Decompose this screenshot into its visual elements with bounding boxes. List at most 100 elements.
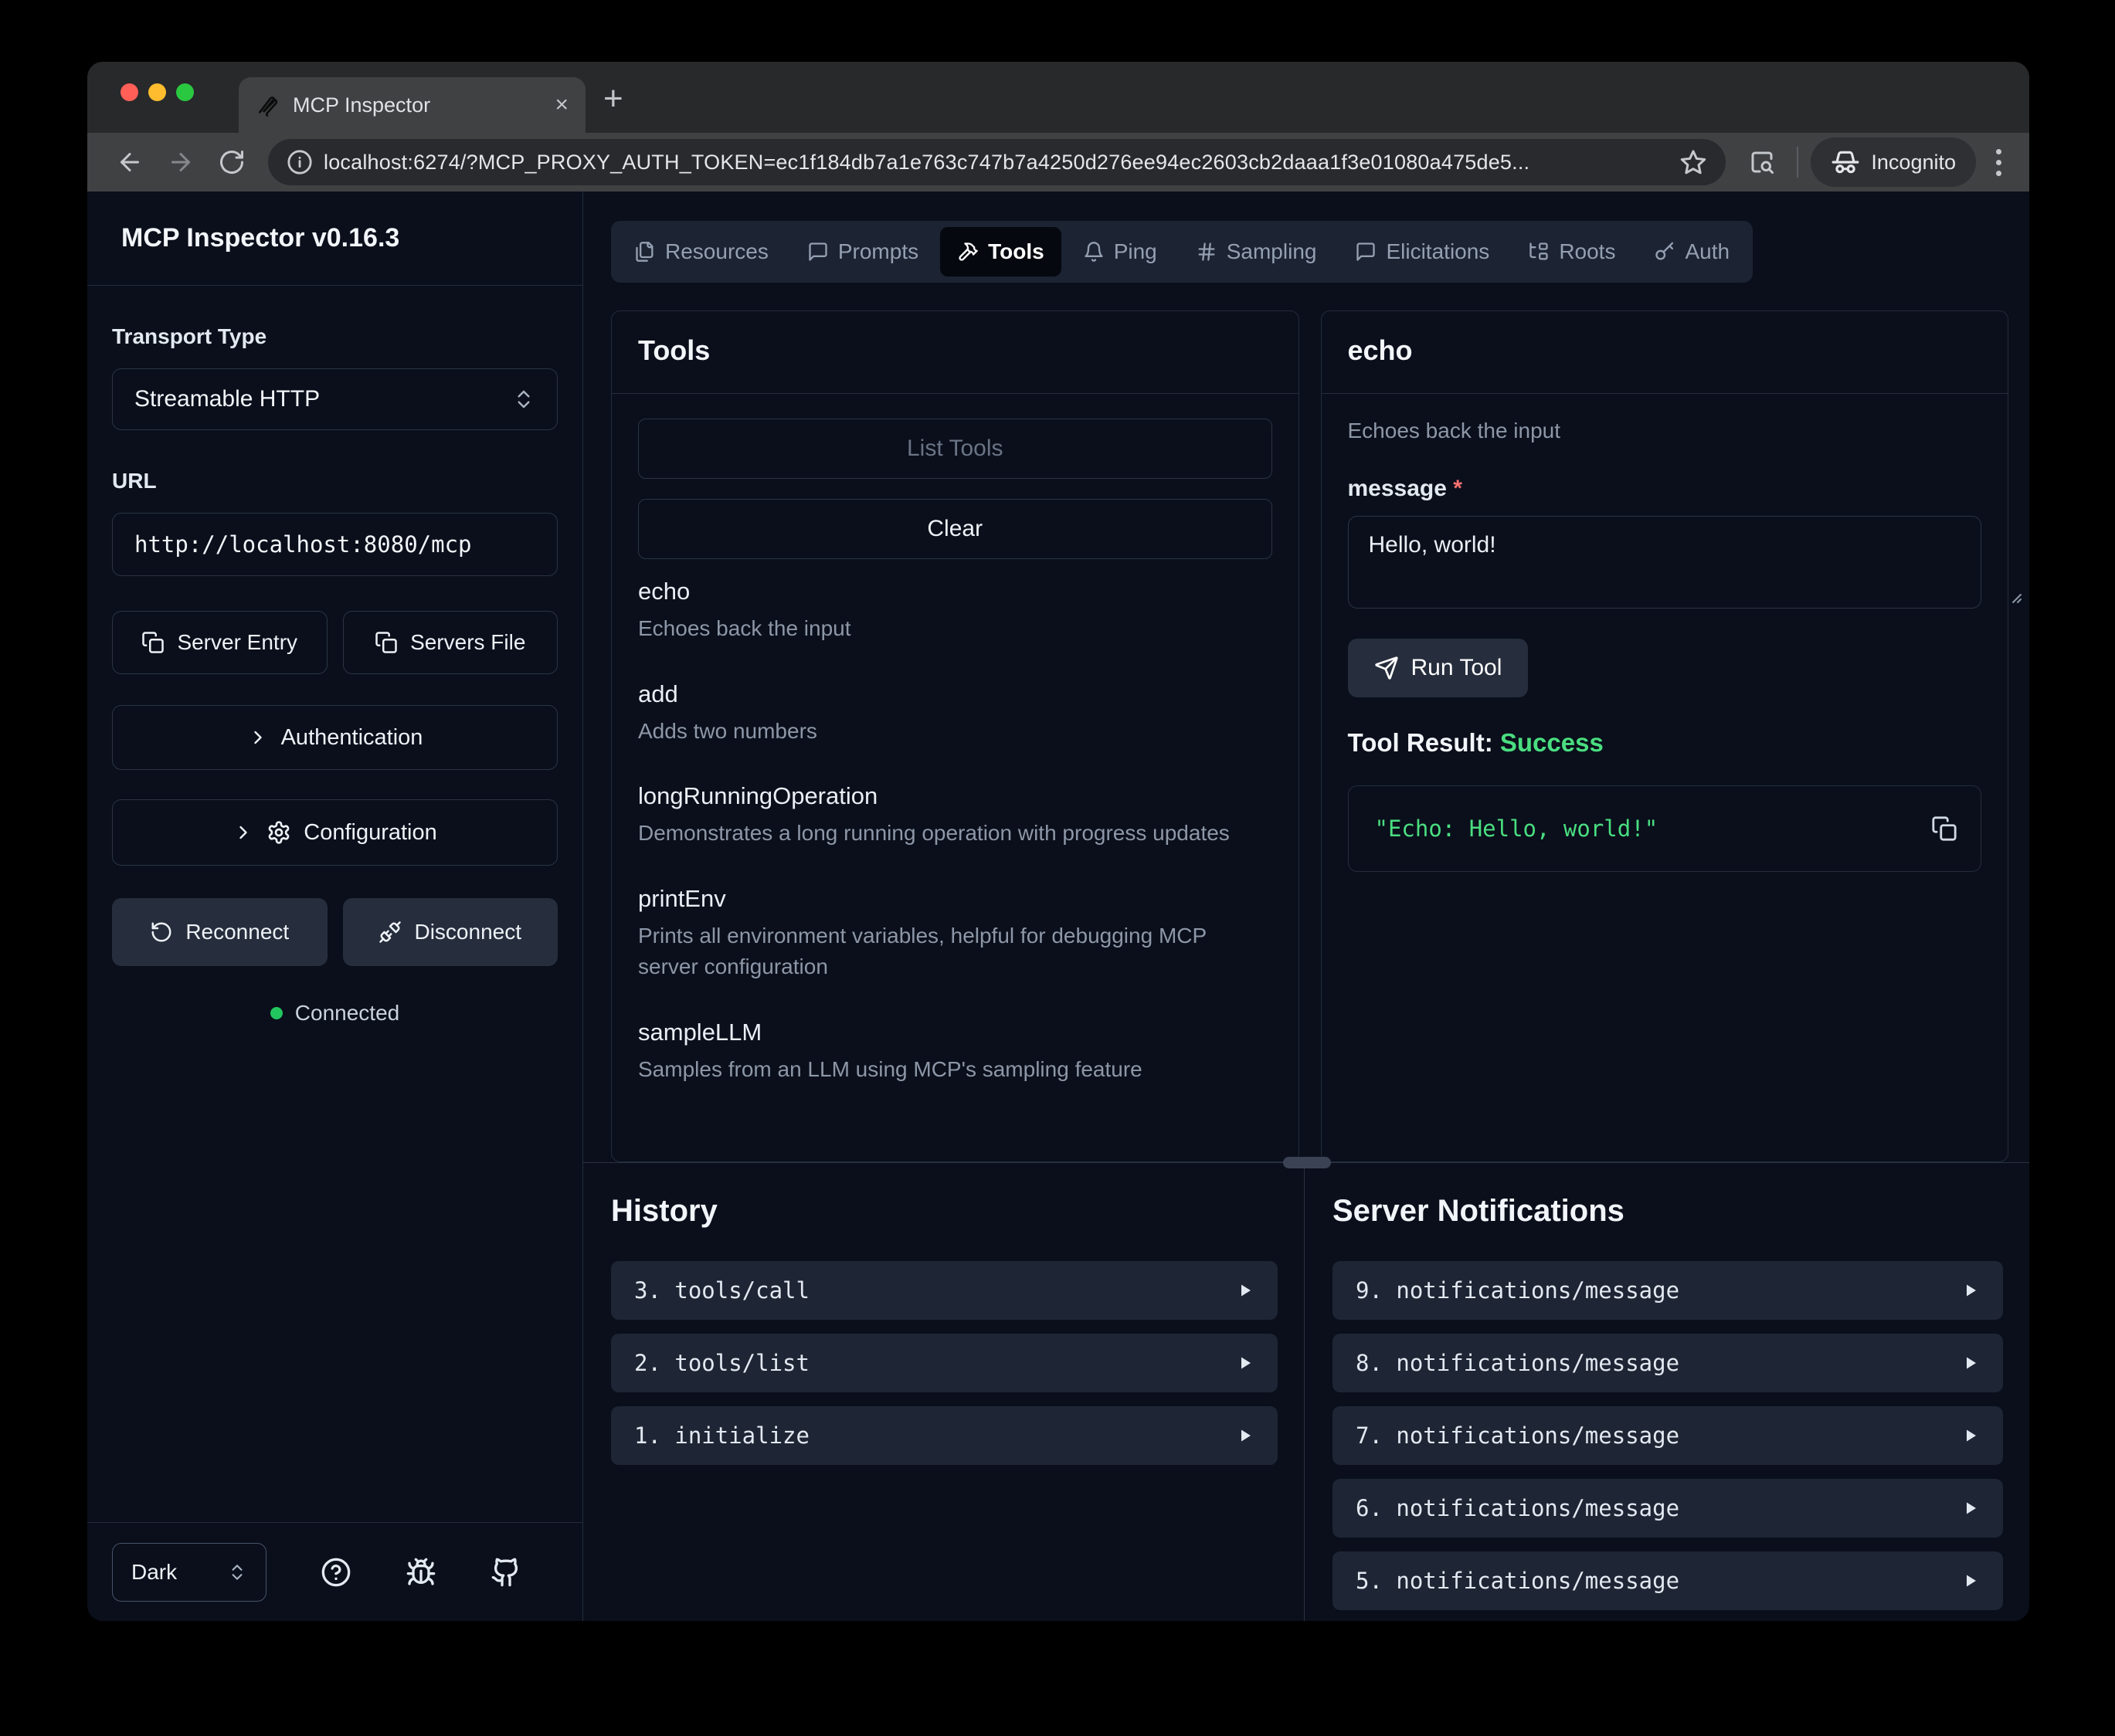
browser-toolbar: localhost:6274/?MCP_PROXY_AUTH_TOKEN=ec1…	[87, 133, 2029, 192]
tools-panel-header: Tools	[612, 311, 1299, 394]
run-tool-button[interactable]: Run Tool	[1348, 639, 1529, 697]
expand-arrow-icon[interactable]	[1236, 1281, 1254, 1300]
expand-arrow-icon[interactable]	[1961, 1572, 1980, 1590]
back-icon[interactable]	[107, 140, 152, 185]
hash-icon	[1196, 241, 1217, 263]
window-controls	[121, 83, 194, 101]
notification-item[interactable]: 7. notifications/message	[1332, 1406, 2003, 1465]
tools-panel-body: List Tools Clear echo Echoes back the in…	[612, 394, 1299, 1161]
expand-arrow-icon[interactable]	[1961, 1426, 1980, 1445]
hammer-icon	[957, 241, 979, 263]
chevron-right-icon	[233, 822, 254, 843]
tab-tools[interactable]: Tools	[940, 227, 1061, 276]
list-tools-button[interactable]: List Tools	[638, 419, 1272, 479]
server-url-input[interactable]: http://localhost:8080/mcp	[112, 513, 558, 576]
reload-icon[interactable]	[209, 140, 254, 185]
notification-item[interactable]: 9. notifications/message	[1332, 1261, 2003, 1320]
tab-title: MCP Inspector	[293, 93, 542, 117]
tool-result-output-block: "Echo: Hello, world!"	[1348, 785, 1982, 872]
sidebar-header: MCP Inspector v0.16.3	[87, 192, 582, 286]
url-text[interactable]: localhost:6274/?MCP_PROXY_AUTH_TOKEN=ec1…	[324, 151, 1669, 175]
disconnect-button[interactable]: Disconnect	[343, 898, 558, 966]
tools-panel-title: Tools	[638, 334, 710, 366]
tab-prompts[interactable]: Prompts	[790, 227, 935, 276]
help-icon[interactable]	[321, 1557, 351, 1588]
tab-resources[interactable]: Resources	[617, 227, 786, 276]
copy-result-icon[interactable]	[1931, 815, 1957, 842]
toolbar-divider	[1797, 147, 1798, 178]
tab-auth[interactable]: Auth	[1637, 227, 1747, 276]
files-icon	[634, 241, 656, 263]
browser-menu-icon[interactable]	[1988, 149, 2009, 176]
history-item[interactable]: 3. tools/call	[611, 1261, 1278, 1320]
tab-label: Prompts	[838, 239, 918, 264]
copy-icon	[141, 631, 165, 654]
tab-roots[interactable]: Roots	[1511, 227, 1632, 276]
configuration-expander[interactable]: Configuration	[112, 799, 558, 866]
expand-arrow-icon[interactable]	[1961, 1499, 1980, 1517]
main-area: Resources Prompts Tools Ping	[583, 192, 2029, 1621]
browser-tab[interactable]: MCP Inspector ×	[239, 77, 586, 133]
notification-item[interactable]: 5. notifications/message	[1332, 1551, 2003, 1610]
bug-icon[interactable]	[406, 1557, 436, 1588]
incognito-label: Incognito	[1871, 151, 1956, 175]
mcp-logo-icon	[256, 93, 280, 117]
search-tabs-icon[interactable]	[1740, 140, 1784, 185]
chevron-right-icon	[247, 727, 269, 748]
tab-elicitations[interactable]: Elicitations	[1338, 227, 1506, 276]
expand-arrow-icon[interactable]	[1236, 1354, 1254, 1372]
maximize-window-button[interactable]	[176, 83, 194, 101]
tab-close-icon[interactable]: ×	[555, 93, 569, 117]
history-section: History 3. tools/call 2. tools/list 1. i…	[583, 1163, 1305, 1621]
tool-list-item-echo[interactable]: echo Echoes back the input	[638, 578, 1272, 645]
github-icon[interactable]	[491, 1557, 521, 1588]
transport-type-select[interactable]: Streamable HTTP	[112, 368, 558, 430]
rotate-ccw-icon	[150, 921, 173, 944]
tool-list-item-add[interactable]: add Adds two numbers	[638, 680, 1272, 748]
url-bar[interactable]: localhost:6274/?MCP_PROXY_AUTH_TOKEN=ec1…	[268, 139, 1726, 185]
notification-item[interactable]: 8. notifications/message	[1332, 1334, 2003, 1392]
message-input[interactable]: Hello, world!	[1348, 516, 1982, 609]
tab-label: Sampling	[1227, 239, 1317, 264]
tool-name: add	[638, 680, 1272, 708]
tool-list-item-samplellm[interactable]: sampleLLM Samples from an LLM using MCP'…	[638, 1019, 1272, 1086]
forward-icon[interactable]	[158, 140, 203, 185]
site-info-icon[interactable]	[287, 149, 313, 175]
expand-arrow-icon[interactable]	[1961, 1354, 1980, 1372]
tab-label: Tools	[988, 239, 1044, 264]
history-item-label: 1. initialize	[634, 1422, 810, 1449]
history-item[interactable]: 2. tools/list	[611, 1334, 1278, 1392]
resize-grip-icon[interactable]	[2005, 586, 2008, 605]
history-title: History	[611, 1194, 1278, 1229]
param-name: message	[1348, 476, 1447, 501]
expand-arrow-icon[interactable]	[1961, 1281, 1980, 1300]
tool-description: Prints all environment variables, helpfu…	[638, 921, 1271, 983]
reconnect-button[interactable]: Reconnect	[112, 898, 328, 966]
tab-ping[interactable]: Ping	[1066, 227, 1174, 276]
notification-item-label: 6. notifications/message	[1356, 1495, 1679, 1521]
message-square-icon	[1355, 241, 1377, 263]
minimize-window-button[interactable]	[148, 83, 166, 101]
theme-select[interactable]: Dark	[112, 1543, 266, 1602]
tool-list-item-printenv[interactable]: printEnv Prints all environment variable…	[638, 885, 1272, 983]
close-window-button[interactable]	[121, 83, 138, 101]
server-entry-button[interactable]: Server Entry	[112, 611, 328, 674]
sidebar: MCP Inspector v0.16.3 Transport Type Str…	[87, 192, 583, 1621]
tab-sampling[interactable]: Sampling	[1179, 227, 1334, 276]
tool-list-item-longrunningoperation[interactable]: longRunningOperation Demonstrates a long…	[638, 782, 1272, 849]
history-item[interactable]: 1. initialize	[611, 1406, 1278, 1465]
authentication-expander[interactable]: Authentication	[112, 705, 558, 770]
expand-arrow-icon[interactable]	[1236, 1426, 1254, 1445]
tab-label: Ping	[1114, 239, 1157, 264]
tools-panel: Tools List Tools Clear echo Echoes back …	[611, 310, 1299, 1162]
servers-file-button[interactable]: Servers File	[343, 611, 558, 674]
notification-item-label: 9. notifications/message	[1356, 1277, 1679, 1304]
resize-handle[interactable]	[1283, 1157, 1331, 1168]
new-tab-button[interactable]: +	[603, 82, 623, 116]
bookmark-star-icon[interactable]	[1679, 148, 1707, 176]
clear-tools-button[interactable]: Clear	[638, 499, 1272, 559]
notification-item[interactable]: 6. notifications/message	[1332, 1479, 2003, 1538]
tab-label: Elicitations	[1386, 239, 1489, 264]
server-notifications-section: Server Notifications 9. notifications/me…	[1305, 1163, 2029, 1621]
reconnect-label: Reconnect	[185, 920, 289, 944]
